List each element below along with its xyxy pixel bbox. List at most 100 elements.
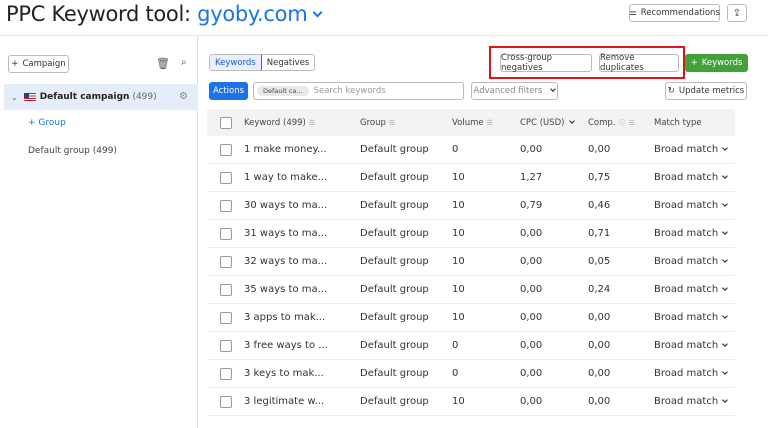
row-checkbox[interactable] bbox=[219, 255, 232, 268]
cpc-cell: 0,00 bbox=[520, 256, 543, 267]
filter-chip[interactable]: Default ca... bbox=[257, 86, 309, 96]
group-cell: Default group bbox=[360, 396, 429, 407]
row-checkbox[interactable] bbox=[219, 311, 232, 324]
match-type-dropdown[interactable]: Broad match bbox=[654, 172, 735, 183]
row-checkbox[interactable] bbox=[219, 367, 232, 380]
match-type-dropdown[interactable]: Broad match bbox=[654, 228, 735, 239]
recommendations-button[interactable]: ⚌ Recommendations bbox=[629, 4, 720, 22]
actions-button[interactable]: Actions bbox=[209, 82, 248, 100]
match-type-dropdown[interactable]: Broad match bbox=[654, 200, 735, 211]
column-header-group[interactable]: Group ☰ bbox=[360, 118, 452, 128]
comp-cell: 0,05 bbox=[588, 256, 611, 267]
column-header-volume[interactable]: Volume ☰ bbox=[452, 118, 520, 128]
table-row: 3 legitimate w... Default group 10 0,00 0,00… bbox=[207, 388, 735, 416]
column-label: Group bbox=[360, 117, 386, 128]
column-label: Volume bbox=[452, 117, 484, 128]
column-header-cpc[interactable]: CPC (USD) bbox=[520, 118, 588, 128]
row-checkbox[interactable] bbox=[219, 395, 232, 408]
row-checkbox[interactable] bbox=[219, 227, 232, 240]
add-group-label: Group bbox=[38, 118, 66, 128]
table-row: 1 way to make... Default group 10 1,27 0,75 B… bbox=[207, 164, 735, 192]
trash-icon[interactable]: 🗑 bbox=[156, 57, 170, 70]
match-type-label: Broad match bbox=[654, 228, 719, 239]
domain-selector[interactable]: gyoby.com bbox=[197, 2, 323, 26]
match-type-label: Broad match bbox=[654, 144, 719, 155]
volume-cell: 10 bbox=[452, 228, 465, 239]
select-all-checkbox[interactable] bbox=[219, 116, 232, 129]
volume-cell: 10 bbox=[452, 284, 465, 295]
column-header-keyword[interactable]: Keyword (499) ☰ bbox=[244, 118, 360, 128]
table-row: 3 keys to mak... Default group 0 0,00 0,00 Br… bbox=[207, 360, 735, 388]
group-cell: Default group bbox=[360, 368, 429, 379]
table-row: 31 ways to ma... Default group 10 0,00 0,71 B… bbox=[207, 220, 735, 248]
sort-icon: ☰ bbox=[308, 118, 316, 127]
row-checkbox[interactable] bbox=[219, 143, 232, 156]
keyword-cell: 32 ways to ma... bbox=[244, 256, 328, 267]
volume-cell: 0 bbox=[452, 368, 459, 379]
keyword-cell: 3 legitimate w... bbox=[244, 396, 325, 407]
match-type-label: Broad match bbox=[654, 200, 719, 211]
keywords-table: Keyword (499) ☰ Group ☰ Volume ☰ CPC (USD) … bbox=[207, 109, 735, 416]
update-metrics-button[interactable]: ↻ Update metrics bbox=[665, 82, 747, 100]
table-body: 1 make money... Default group 0 0,00 0,00 Bro… bbox=[207, 136, 735, 416]
match-type-dropdown[interactable]: Broad match bbox=[654, 312, 735, 323]
match-type-dropdown[interactable]: Broad match bbox=[654, 396, 735, 407]
chevron-down-icon bbox=[722, 369, 728, 375]
match-type-dropdown[interactable]: Broad match bbox=[654, 368, 735, 379]
cross-group-negatives-button[interactable]: Cross-group negatives bbox=[500, 53, 592, 73]
match-type-label: Broad match bbox=[654, 368, 719, 379]
row-checkbox[interactable] bbox=[219, 283, 232, 296]
advanced-filters-button[interactable]: Advanced filters bbox=[471, 82, 558, 100]
match-type-dropdown[interactable]: Broad match bbox=[654, 340, 735, 351]
add-group-button[interactable]: + Group bbox=[28, 118, 66, 128]
chevron-down-icon bbox=[722, 397, 728, 403]
cpc-cell: 0,00 bbox=[520, 396, 543, 407]
group-cell: Default group bbox=[360, 228, 429, 239]
gear-icon[interactable]: ⚙ bbox=[179, 91, 188, 102]
add-campaign-button[interactable]: + Campaign bbox=[8, 55, 69, 73]
column-label: Comp. bbox=[588, 117, 616, 128]
row-checkbox[interactable] bbox=[219, 339, 232, 352]
remove-duplicates-button[interactable]: Remove duplicates bbox=[599, 53, 679, 73]
keyword-cell: 35 ways to ma... bbox=[244, 284, 328, 295]
volume-cell: 10 bbox=[452, 172, 465, 183]
cpc-cell: 0,00 bbox=[520, 312, 543, 323]
keywords-negatives-toggle: Keywords Negatives bbox=[209, 54, 316, 71]
add-keywords-button[interactable]: + Keywords bbox=[685, 54, 748, 72]
search-input[interactable] bbox=[313, 86, 463, 96]
volume-cell: 10 bbox=[452, 396, 465, 407]
match-type-dropdown[interactable]: Broad match bbox=[654, 284, 735, 295]
volume-cell: 10 bbox=[452, 256, 465, 267]
match-type-dropdown[interactable]: Broad match bbox=[654, 144, 735, 155]
sort-icon: ☰ bbox=[388, 118, 396, 127]
group-cell: Default group bbox=[360, 144, 429, 155]
group-cell: Default group bbox=[360, 340, 429, 351]
cpc-cell: 0,00 bbox=[520, 228, 543, 239]
cpc-cell: 0,00 bbox=[520, 144, 543, 155]
row-checkbox[interactable] bbox=[219, 171, 232, 184]
column-header-match-type: Match type bbox=[654, 117, 702, 128]
column-header-comp[interactable]: Comp. ⓘ ☰ bbox=[588, 118, 654, 128]
export-button[interactable]: ⇪ bbox=[727, 4, 747, 22]
export-icon: ⇪ bbox=[732, 7, 742, 19]
tab-negatives[interactable]: Negatives bbox=[262, 55, 315, 70]
sidebar-item-default-group[interactable]: Default group (499) bbox=[28, 146, 117, 156]
match-type-dropdown[interactable]: Broad match bbox=[654, 256, 735, 267]
column-label: CPC (USD) bbox=[520, 117, 565, 128]
chevron-down-icon bbox=[722, 173, 728, 179]
cpc-cell: 0,00 bbox=[520, 368, 543, 379]
cpc-cell: 0,00 bbox=[520, 284, 543, 295]
update-metrics-label: Update metrics bbox=[678, 86, 745, 96]
cpc-cell: 1,27 bbox=[520, 172, 543, 183]
table-row: 3 free ways to ... Default group 0 0,00 0,00… bbox=[207, 332, 735, 360]
chevron-down-icon[interactable]: ⌄ bbox=[11, 93, 18, 102]
search-icon[interactable]: ⌕ bbox=[181, 57, 187, 68]
sort-icon: ☰ bbox=[628, 118, 635, 127]
table-row: 1 make money... Default group 0 0,00 0,00 Bro… bbox=[207, 136, 735, 164]
group-cell: Default group bbox=[360, 312, 429, 323]
sidebar-item-default-campaign[interactable]: ⌄ Default campaign (499) ⚙ bbox=[4, 84, 198, 110]
plus-icon: + bbox=[690, 58, 698, 68]
row-checkbox[interactable] bbox=[219, 199, 232, 212]
tab-keywords[interactable]: Keywords bbox=[210, 55, 262, 70]
chevron-down-icon bbox=[722, 285, 728, 291]
